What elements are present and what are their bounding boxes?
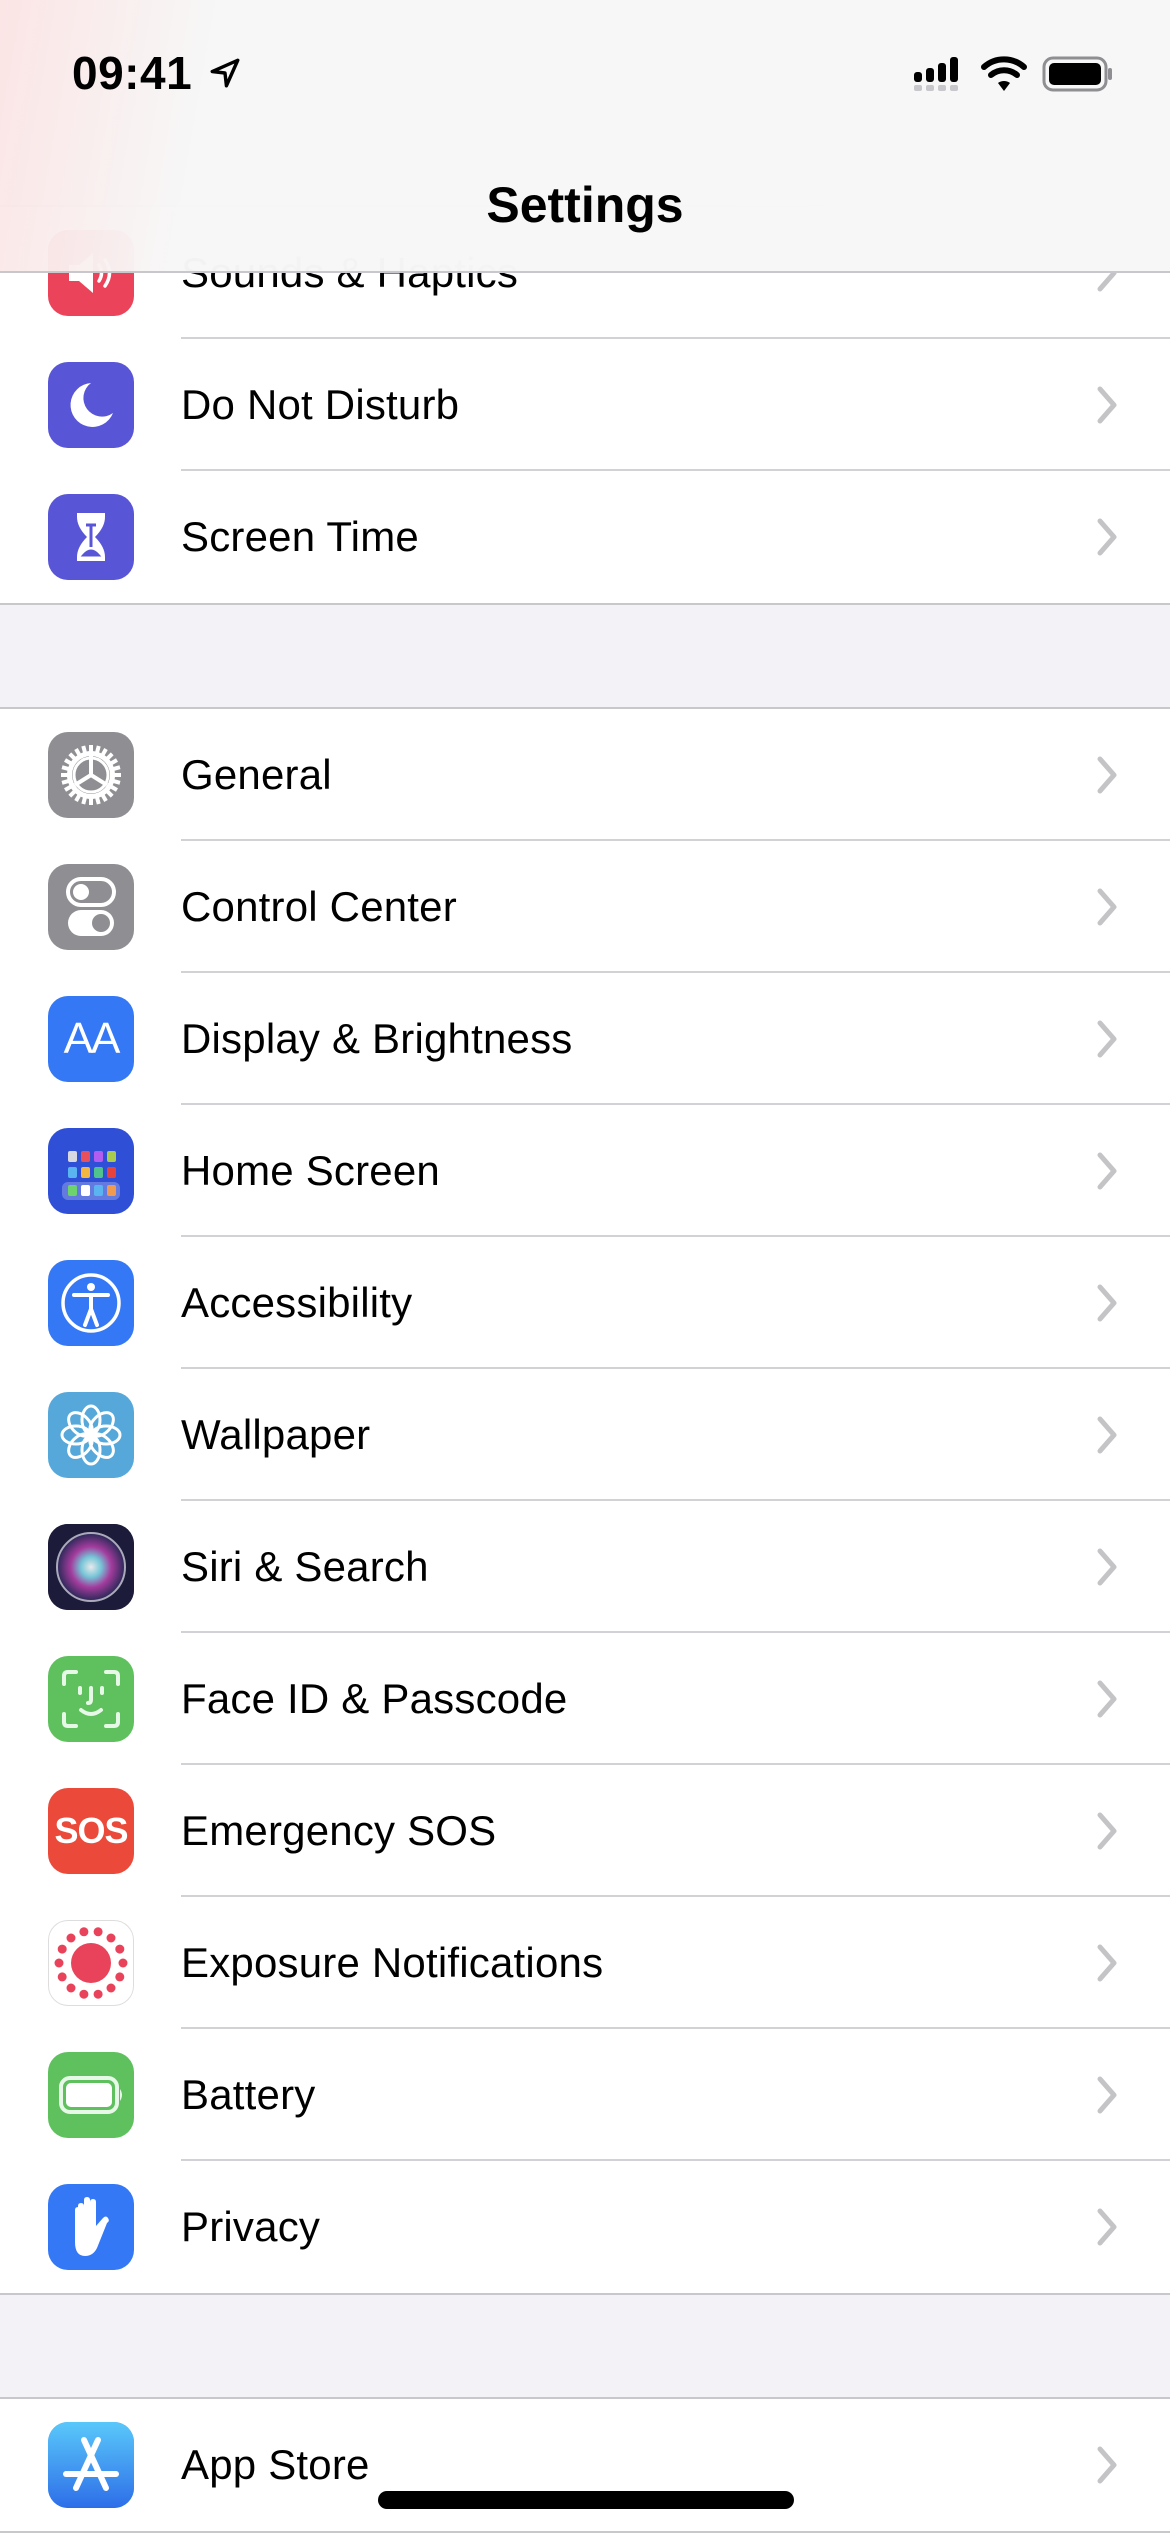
settings-row-siri-and-search[interactable]: Siri & Search	[0, 1501, 1170, 1633]
flower-icon	[48, 1392, 134, 1478]
settings-row-label: Accessibility	[181, 1279, 413, 1326]
moon-icon	[48, 362, 134, 448]
settings-row-label: Face ID & Passcode	[181, 1675, 568, 1722]
settings-row-app-store[interactable]: App Store	[0, 2399, 1170, 2531]
settings-row-face-id-and-passcode[interactable]: Face ID & Passcode	[0, 1633, 1170, 1765]
hand-icon	[48, 2184, 134, 2270]
battery-full-icon	[1042, 56, 1112, 92]
settings-row-screen-time[interactable]: Screen Time	[0, 471, 1170, 603]
battery-icon	[48, 2052, 134, 2138]
face-id-icon	[48, 1656, 134, 1742]
toggles-icon	[48, 864, 134, 950]
settings-row-emergency-sos[interactable]: SOS Emergency SOS	[0, 1765, 1170, 1897]
chevron-right-icon	[1092, 383, 1122, 427]
settings-row-exposure-notifications[interactable]: Exposure Notifications	[0, 1897, 1170, 2029]
settings-row-label: Wallpaper	[181, 1411, 371, 1458]
settings-row-wallpaper[interactable]: Wallpaper	[0, 1369, 1170, 1501]
text-size-icon-glyph: AA	[63, 1014, 121, 1063]
settings-row-control-center[interactable]: Control Center	[0, 841, 1170, 973]
chevron-right-icon	[1092, 885, 1122, 929]
settings-row-label: Display & Brightness	[181, 1015, 573, 1062]
chevron-right-icon	[1092, 1809, 1122, 1853]
settings-row-label: Screen Time	[181, 513, 419, 560]
settings-row-label: Emergency SOS	[181, 1807, 497, 1854]
accessibility-icon	[48, 1260, 134, 1346]
settings-row-general[interactable]: General	[0, 709, 1170, 841]
settings-row-label: Privacy	[181, 2203, 321, 2250]
settings-row-label: Siri & Search	[181, 1543, 429, 1590]
wifi-icon	[981, 56, 1027, 91]
settings-row-do-not-disturb[interactable]: Do Not Disturb	[0, 339, 1170, 471]
app-grid-icon	[48, 1128, 134, 1214]
hourglass-icon	[48, 494, 134, 580]
cellular-signal-icon	[914, 57, 958, 91]
chevron-right-icon	[1092, 515, 1122, 559]
status-icons	[914, 54, 1114, 94]
chevron-right-icon	[1092, 2443, 1122, 2487]
settings-row-home-screen[interactable]: Home Screen	[0, 1105, 1170, 1237]
home-indicator[interactable]	[378, 2491, 794, 2509]
location-arrow-icon	[210, 58, 240, 88]
settings-row-label: Do Not Disturb	[181, 381, 460, 428]
settings-row-label: Battery	[181, 2071, 316, 2118]
settings-row-label: Home Screen	[181, 1147, 440, 1194]
settings-group-2: General Control Center AA Display & Brightn…	[0, 707, 1170, 2295]
chevron-right-icon	[1092, 2205, 1122, 2249]
chevron-right-icon	[1092, 1545, 1122, 1589]
chevron-right-icon	[1092, 753, 1122, 797]
settings-row-label: General	[181, 751, 332, 798]
gear-icon	[48, 732, 134, 818]
chevron-right-icon	[1092, 1941, 1122, 1985]
settings-row-privacy[interactable]: Privacy	[0, 2161, 1170, 2293]
settings-row-display-and-brightness[interactable]: AA Display & Brightness	[0, 973, 1170, 1105]
navigation-header: 09:41 Settings	[0, 0, 1170, 273]
sos-icon-glyph: SOS	[54, 1810, 128, 1851]
siri-icon	[48, 1524, 134, 1610]
chevron-right-icon	[1092, 2073, 1122, 2117]
settings-row-accessibility[interactable]: Accessibility	[0, 1237, 1170, 1369]
page-title: Settings	[486, 177, 684, 233]
settings-row-label: Exposure Notifications	[181, 1939, 604, 1986]
text-size-icon: AA	[48, 996, 134, 1082]
sos-icon: SOS	[48, 1788, 134, 1874]
status-time: 09:41	[72, 47, 193, 99]
exposure-icon	[48, 1920, 134, 2006]
chevron-right-icon	[1092, 1281, 1122, 1325]
chevron-right-icon	[1092, 1413, 1122, 1457]
settings-row-label: App Store	[181, 2441, 370, 2488]
settings-list[interactable]: Sounds & HapticsDo Not DisturbScreen Tim…	[0, 0, 1170, 2533]
settings-row-battery[interactable]: Battery	[0, 2029, 1170, 2161]
app-store-icon	[48, 2422, 134, 2508]
settings-group-3: App Store	[0, 2397, 1170, 2533]
chevron-right-icon	[1092, 1677, 1122, 1721]
settings-row-label: Control Center	[181, 883, 457, 930]
chevron-right-icon	[1092, 1017, 1122, 1061]
chevron-right-icon	[1092, 1149, 1122, 1193]
